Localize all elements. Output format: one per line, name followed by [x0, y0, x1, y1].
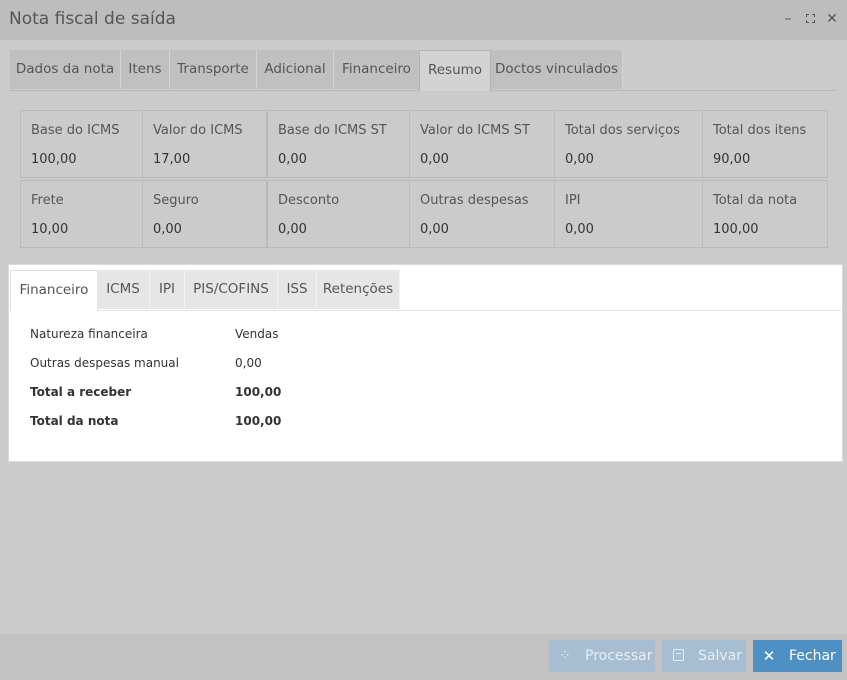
- tab-resumo[interactable]: Resumo: [419, 50, 491, 91]
- summary-value: 10,00: [31, 222, 69, 237]
- summary-value: 0,00: [278, 152, 307, 167]
- summary-cell: Valor do ICMS 17,00: [142, 110, 267, 178]
- field-label: Total a receber: [30, 385, 132, 399]
- window-title: Nota fiscal de saída: [9, 9, 176, 29]
- summary-label: Total dos serviços: [565, 123, 680, 138]
- summary-cell: IPI 0,00: [554, 180, 703, 248]
- summary-cell: Base do ICMS 100,00: [20, 110, 143, 178]
- sub-tab-bar: Financeiro ICMS IPI PIS/COFINS ISS Reten…: [10, 270, 841, 311]
- subtab-retencoes[interactable]: Retenções: [317, 270, 400, 309]
- maximize-icon[interactable]: [803, 11, 817, 27]
- spinner-icon: ⁘: [559, 648, 571, 664]
- summary-cell: Desconto 0,00: [267, 180, 410, 248]
- salvar-label: Salvar: [698, 648, 742, 664]
- tab-doctos-vinculados[interactable]: Doctos vinculados: [491, 50, 623, 89]
- summary-value: 0,00: [153, 222, 182, 237]
- detail-panel: Financeiro ICMS IPI PIS/COFINS ISS Reten…: [8, 264, 843, 462]
- summary-label: Valor do ICMS ST: [420, 123, 530, 138]
- subtab-financeiro[interactable]: Financeiro: [10, 270, 98, 311]
- summary-cell: Frete 10,00: [20, 180, 143, 248]
- subtab-ipi[interactable]: IPI: [150, 270, 185, 309]
- summary-label: Base do ICMS ST: [278, 123, 387, 138]
- summary-label: IPI: [565, 193, 581, 208]
- summary-cell: Total dos itens 90,00: [702, 110, 828, 178]
- processar-button[interactable]: ⁘ Processar: [549, 640, 655, 672]
- summary-value: 0,00: [565, 152, 594, 167]
- summary-value: 0,00: [420, 222, 449, 237]
- summary-cell: Total dos serviços 0,00: [554, 110, 703, 178]
- footer-bar: ⁘ Processar Salvar ✕ Fechar: [0, 634, 847, 680]
- summary-value: 17,00: [153, 152, 191, 167]
- summary-label: Seguro: [153, 193, 199, 208]
- summary-cell: Total da nota 100,00: [702, 180, 828, 248]
- tab-transporte[interactable]: Transporte: [170, 50, 257, 89]
- summary-value: 0,00: [565, 222, 594, 237]
- summary-cell: Seguro 0,00: [142, 180, 267, 248]
- summary-value: 100,00: [713, 222, 759, 237]
- close-window-icon[interactable]: ✕: [825, 11, 839, 27]
- tab-adicional[interactable]: Adicional: [257, 50, 334, 89]
- summary-label: Base do ICMS: [31, 123, 120, 138]
- summary-value: 0,00: [420, 152, 449, 167]
- close-icon: ✕: [762, 647, 776, 665]
- summary-cell: Outras despesas 0,00: [409, 180, 555, 248]
- field-value: 0,00: [235, 356, 262, 370]
- field-value: 100,00: [235, 385, 282, 399]
- subtab-pis-cofins[interactable]: PIS/COFINS: [185, 270, 278, 309]
- summary-grid: Base do ICMS 100,00 Valor do ICMS 17,00 …: [20, 110, 828, 250]
- summary-label: Outras despesas: [420, 193, 529, 208]
- salvar-button[interactable]: Salvar: [662, 640, 746, 672]
- summary-value: 90,00: [713, 152, 751, 167]
- fechar-button[interactable]: ✕ Fechar: [753, 640, 842, 672]
- field-label: Total da nota: [30, 414, 119, 428]
- tab-itens[interactable]: Itens: [121, 50, 170, 89]
- field-value: Vendas: [235, 327, 279, 341]
- fechar-label: Fechar: [789, 648, 836, 664]
- summary-label: Total dos itens: [713, 123, 807, 138]
- field-label: Natureza financeira: [30, 327, 148, 341]
- subtab-icms[interactable]: ICMS: [97, 270, 150, 309]
- subtab-iss[interactable]: ISS: [278, 270, 317, 309]
- title-bar: Nota fiscal de saída – ✕: [0, 0, 847, 40]
- summary-label: Frete: [31, 193, 64, 208]
- summary-label: Desconto: [278, 193, 340, 208]
- tab-financeiro[interactable]: Financeiro: [334, 50, 420, 89]
- summary-value: 0,00: [278, 222, 307, 237]
- summary-value: 100,00: [31, 152, 77, 167]
- summary-cell: Base do ICMS ST 0,00: [267, 110, 410, 178]
- minimize-icon[interactable]: –: [781, 11, 795, 27]
- summary-label: Valor do ICMS: [153, 123, 243, 138]
- summary-label: Total da nota: [713, 193, 798, 208]
- main-tab-bar: Dados da nota Itens Transporte Adicional…: [10, 50, 837, 91]
- processar-label: Processar: [585, 648, 653, 664]
- tab-dados-da-nota[interactable]: Dados da nota: [10, 50, 121, 89]
- save-icon: [670, 640, 686, 672]
- field-value: 100,00: [235, 414, 282, 428]
- summary-cell: Valor do ICMS ST 0,00: [409, 110, 555, 178]
- field-label: Outras despesas manual: [30, 356, 179, 370]
